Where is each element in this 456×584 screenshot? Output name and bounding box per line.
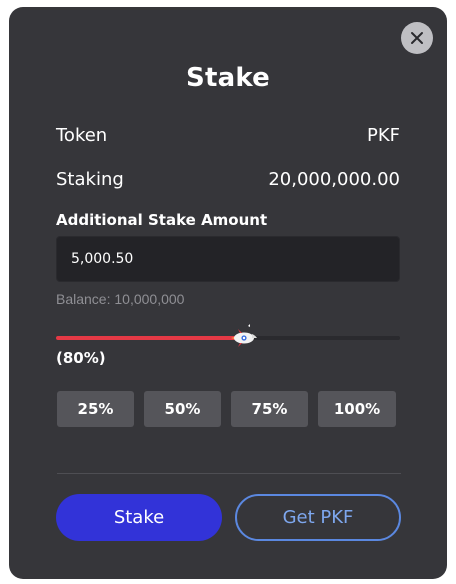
stake-button[interactable]: Stake bbox=[56, 494, 222, 541]
additional-stake-label: Additional Stake Amount bbox=[56, 211, 268, 229]
balance-text: Balance: 10,000,000 bbox=[56, 291, 185, 307]
preset-100-button[interactable]: 100% bbox=[318, 391, 396, 427]
rocket-icon bbox=[229, 324, 257, 347]
staking-label: Staking bbox=[56, 169, 124, 190]
token-label: Token bbox=[56, 125, 108, 146]
preset-25-button[interactable]: 25% bbox=[57, 391, 134, 427]
stake-slider[interactable] bbox=[56, 324, 400, 347]
get-pkf-button[interactable]: Get PKF bbox=[235, 494, 401, 541]
staking-row: Staking 20,000,000.00 bbox=[56, 169, 400, 190]
close-button[interactable] bbox=[401, 22, 433, 54]
preset-buttons: 25% 50% 75% 100% bbox=[57, 391, 396, 427]
stake-amount-input[interactable] bbox=[56, 236, 400, 282]
preset-75-button[interactable]: 75% bbox=[231, 391, 308, 427]
preset-50-button[interactable]: 50% bbox=[144, 391, 221, 427]
percent-label: (80%) bbox=[56, 349, 106, 367]
modal-title: Stake bbox=[186, 63, 270, 93]
staking-value: 20,000,000.00 bbox=[268, 169, 400, 190]
token-row: Token PKF bbox=[56, 125, 400, 146]
slider-thumb[interactable] bbox=[228, 324, 258, 352]
divider bbox=[57, 473, 401, 474]
stake-modal: Stake Token PKF Staking 20,000,000.00 Ad… bbox=[9, 7, 447, 579]
close-icon bbox=[411, 32, 423, 44]
slider-fill bbox=[56, 336, 242, 340]
token-value: PKF bbox=[366, 125, 400, 146]
